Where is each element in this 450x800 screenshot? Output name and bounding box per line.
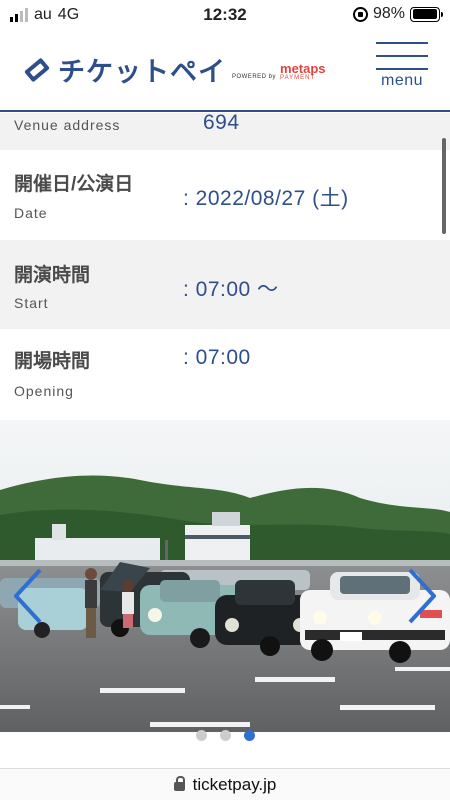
orientation-lock-icon <box>352 6 368 22</box>
opening-label-en: Opening <box>14 383 74 399</box>
carousel-image[interactable] <box>0 420 450 732</box>
date-value: : 2022/08/27 (土) <box>183 187 349 210</box>
partner-subtitle: PAYMENT <box>280 74 316 81</box>
carousel-dot[interactable] <box>219 730 231 741</box>
date-label-jp: 開催日/公演日 <box>14 174 134 195</box>
partner-name: metaps <box>280 60 326 76</box>
powered-by-label: POWERED by <box>232 73 277 80</box>
status-right: 98% <box>352 5 443 23</box>
opening-row: 開場時間 Opening : 07:00 <box>0 329 450 420</box>
lock-icon <box>173 776 185 792</box>
start-label-en: Start <box>14 295 49 311</box>
logo-text: チケットペイ <box>58 57 226 87</box>
venue-address-label: Venue address <box>14 117 121 133</box>
start-row: 開演時間 Start : 07:00 〜 <box>0 240 450 329</box>
status-bar: au 4G 12:32 98% <box>0 0 450 30</box>
carousel-pagination <box>0 730 450 741</box>
battery-icon <box>410 6 443 22</box>
battery-percent: 98% <box>372 5 405 22</box>
carousel-next-arrow-icon[interactable] <box>402 566 442 626</box>
venue-address-value: 694 <box>203 113 240 134</box>
opening-value: : 07:00 <box>183 346 251 369</box>
carousel-prev-arrow-icon[interactable] <box>8 566 48 626</box>
browser-url-bar[interactable]: ticketpay.jp <box>0 768 450 800</box>
site-logo[interactable]: チケットペイ POWERED by metaps PAYMENT <box>22 50 326 89</box>
event-photo <box>0 420 450 732</box>
scrollbar[interactable] <box>442 138 446 234</box>
carousel-dot[interactable] <box>243 730 255 741</box>
ticket-logo-icon <box>24 57 50 82</box>
venue-address-row: Venue address 694 <box>0 113 450 150</box>
opening-label-jp: 開場時間 <box>14 351 91 372</box>
event-details: Venue address 694 開催日/公演日 Date : 2022/08… <box>0 113 450 420</box>
carousel-dot[interactable] <box>195 730 207 741</box>
menu-label: menu <box>380 72 424 89</box>
partner-logo: metaps PAYMENT <box>280 60 326 81</box>
menu-button[interactable]: menu <box>376 42 428 100</box>
hamburger-icon <box>376 42 428 44</box>
url-domain: ticketpay.jp <box>192 774 277 794</box>
date-label-en: Date <box>14 205 48 221</box>
start-label-jp: 開演時間 <box>14 265 91 286</box>
start-value: : 07:00 〜 <box>183 278 279 301</box>
app-header: チケットペイ POWERED by metaps PAYMENT menu <box>0 30 450 112</box>
date-row: 開催日/公演日 Date : 2022/08/27 (土) <box>0 150 450 240</box>
